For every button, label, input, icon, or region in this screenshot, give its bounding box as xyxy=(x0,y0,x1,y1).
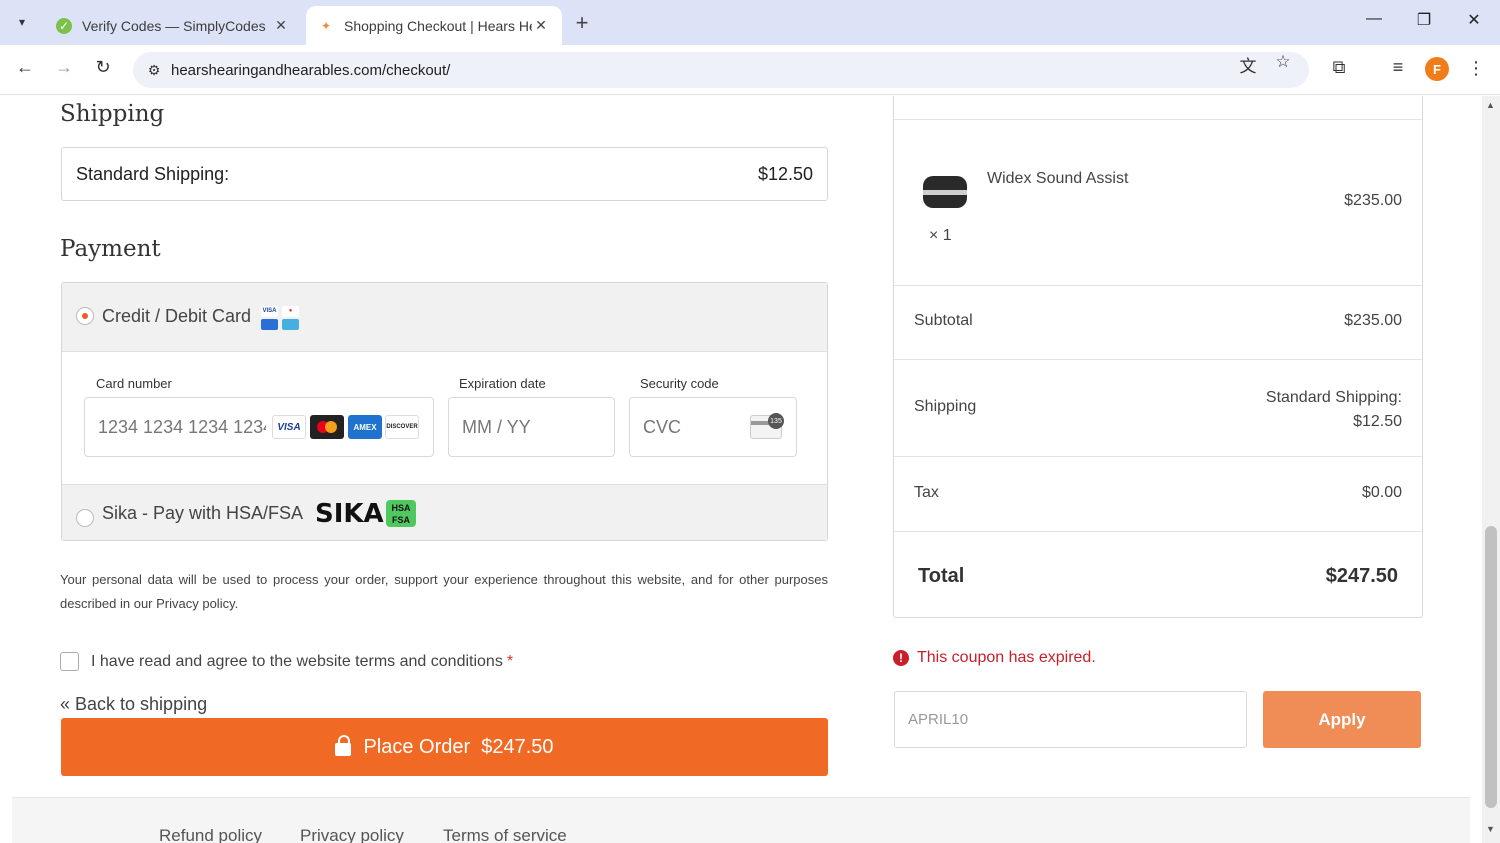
cvc-placeholder: CVC xyxy=(643,416,682,437)
back-to-shipping-link[interactable]: « Back to shipping xyxy=(60,694,207,715)
visa-icon: VISA xyxy=(272,415,306,439)
address-bar[interactable]: ⚙ hearshearingandhearables.com/checkout/ xyxy=(133,52,1309,88)
privacy-policy-link[interactable]: Privacy policy xyxy=(300,826,404,843)
tab-checkout[interactable]: ✦ Shopping Checkout | Hears Hea ✕ xyxy=(306,6,562,45)
summary-top-row xyxy=(894,96,1422,120)
tax-row: Tax $0.00 xyxy=(894,457,1422,532)
tab-close-icon[interactable]: ✕ xyxy=(532,17,550,34)
browser-tab-strip: ▾ ✓ Verify Codes — SimplyCodes ✕ ✦ Shopp… xyxy=(0,0,1500,45)
sika-logo: SIKA xyxy=(315,499,384,529)
place-order-label: Place Order $247.50 xyxy=(363,735,554,758)
coupon-error: ! This coupon has expired. xyxy=(893,649,1096,667)
product-price: $235.00 xyxy=(1344,192,1402,209)
page-viewport: Shipping Standard Shipping: $12.50 Payme… xyxy=(0,96,1482,843)
coupon-input[interactable]: APRIL10 xyxy=(894,691,1247,748)
url-text: hearshearingandhearables.com/checkout/ xyxy=(171,61,451,79)
tab-title: Verify Codes — SimplyCodes xyxy=(82,17,266,34)
tab-title: Shopping Checkout | Hears Hea xyxy=(344,17,532,34)
new-tab-button[interactable]: + xyxy=(570,10,594,36)
coupon-value: APRIL10 xyxy=(908,711,969,728)
bookmark-star-icon[interactable]: ☆ xyxy=(1270,52,1296,72)
subtotal-row: Subtotal $235.00 xyxy=(894,286,1422,360)
expiry-label: Expiration date xyxy=(459,376,546,391)
coupon-error-text: This coupon has expired. xyxy=(917,649,1096,666)
page-footer: Refund policy Privacy policy Terms of se… xyxy=(12,797,1470,843)
extensions-puzzle-icon[interactable]: ⧉ xyxy=(1326,57,1352,78)
cvc-badge: 135 xyxy=(768,413,784,429)
shipping-method-label: Standard Shipping: xyxy=(76,163,230,184)
terms-row: I have read and agree to the website ter… xyxy=(60,652,513,671)
media-control-icon[interactable]: ≡ xyxy=(1385,57,1411,78)
shipping-summary-label: Shipping xyxy=(914,398,977,415)
required-asterisk: * xyxy=(506,652,514,670)
payment-option-card[interactable]: Credit / Debit Card VISA ● xyxy=(62,283,827,352)
product-row: Widex Sound Assist × 1 $235.00 xyxy=(894,120,1422,286)
terms-of-service-link[interactable]: Terms of service xyxy=(443,826,567,843)
terms-label[interactable]: I have read and agree to the website ter… xyxy=(91,653,503,671)
expiry-placeholder: MM / YY xyxy=(462,416,531,437)
total-label: Total xyxy=(918,565,965,587)
shipping-method-price: $12.50 xyxy=(757,163,813,184)
forward-arrow-icon[interactable]: → xyxy=(51,57,77,78)
expiry-input[interactable]: MM / YY xyxy=(448,397,615,457)
apply-coupon-button[interactable]: Apply xyxy=(1263,691,1421,748)
error-icon: ! xyxy=(893,650,909,666)
shipping-row: Shipping Standard Shipping: $12.50 xyxy=(894,360,1422,457)
payment-heading: Payment xyxy=(60,236,161,262)
place-order-button[interactable]: Place Order $247.50 xyxy=(61,718,828,776)
tab-close-icon[interactable]: ✕ xyxy=(272,17,290,34)
page-scrollbar[interactable]: ▲ ▼ xyxy=(1482,96,1500,843)
subtotal-label: Subtotal xyxy=(914,312,973,329)
restore-icon[interactable]: ❐ xyxy=(1409,10,1439,30)
simplycodes-icon: ✓ xyxy=(56,17,72,34)
sika-radio[interactable] xyxy=(76,509,94,527)
card-brands-icon: VISA ● xyxy=(261,306,301,330)
cvc-card-icon: 135 xyxy=(750,413,784,439)
total-value: $247.50 xyxy=(1325,565,1398,587)
payment-methods: Credit / Debit Card VISA ● Card number E… xyxy=(61,282,828,541)
scroll-down-arrow-icon[interactable]: ▼ xyxy=(1486,824,1495,834)
total-row: Total $247.50 xyxy=(894,532,1422,618)
product-name: Widex Sound Assist xyxy=(987,170,1129,187)
card-number-placeholder: 1234 1234 1234 1234 xyxy=(98,416,266,437)
lock-icon xyxy=(335,735,352,756)
minimize-icon[interactable]: — xyxy=(1359,10,1389,28)
profile-avatar[interactable]: F xyxy=(1425,57,1449,81)
tab-verify-codes[interactable]: ✓ Verify Codes — SimplyCodes ✕ xyxy=(44,6,302,45)
reload-icon[interactable]: ↻ xyxy=(90,57,116,78)
browser-menu-icon[interactable]: ⋮ xyxy=(1466,58,1486,79)
hears-icon: ✦ xyxy=(320,18,332,33)
product-image xyxy=(921,172,969,212)
scroll-thumb[interactable] xyxy=(1485,526,1497,808)
shipping-method-box: Standard Shipping: $12.50 xyxy=(61,147,828,201)
payment-option-sika[interactable]: Sika - Pay with HSA/FSA SIKA HSA FSA xyxy=(62,484,827,540)
privacy-notice: Your personal data will be used to proce… xyxy=(60,572,828,611)
terms-checkbox[interactable] xyxy=(60,652,79,671)
scroll-up-arrow-icon[interactable]: ▲ xyxy=(1486,100,1495,110)
card-number-label: Card number xyxy=(96,376,172,391)
shipping-heading: Shipping xyxy=(60,101,165,127)
subtotal-value: $235.00 xyxy=(1344,312,1402,329)
product-quantity: × 1 xyxy=(929,227,952,244)
cvc-label: Security code xyxy=(640,376,719,391)
tab-search-chevron-icon[interactable]: ▾ xyxy=(8,8,36,36)
browser-toolbar: ← → ↻ ⚙ hearshearingandhearables.com/che… xyxy=(0,45,1500,95)
mastercard-icon xyxy=(310,415,344,439)
card-option-label: Credit / Debit Card xyxy=(102,306,252,326)
card-radio[interactable] xyxy=(76,307,94,325)
discover-icon: DISCOVER xyxy=(385,415,419,439)
back-arrow-icon[interactable]: ← xyxy=(12,57,38,78)
order-summary: Widex Sound Assist × 1 $235.00 Subtotal … xyxy=(893,96,1423,618)
site-info-icon[interactable]: ⚙ xyxy=(137,62,171,79)
amex-icon: AMEX xyxy=(348,415,382,439)
translate-icon[interactable]: 文 xyxy=(1235,52,1261,77)
hsa-fsa-badge: HSA FSA xyxy=(386,500,416,527)
tax-value: $0.00 xyxy=(1361,484,1402,501)
sika-option-label: Sika - Pay with HSA/FSA xyxy=(102,503,304,523)
window-close-icon[interactable]: ✕ xyxy=(1459,10,1489,30)
shipping-summary-value: Standard Shipping: $12.50 xyxy=(1265,389,1402,430)
refund-policy-link[interactable]: Refund policy xyxy=(159,826,262,843)
tax-label: Tax xyxy=(914,484,939,501)
